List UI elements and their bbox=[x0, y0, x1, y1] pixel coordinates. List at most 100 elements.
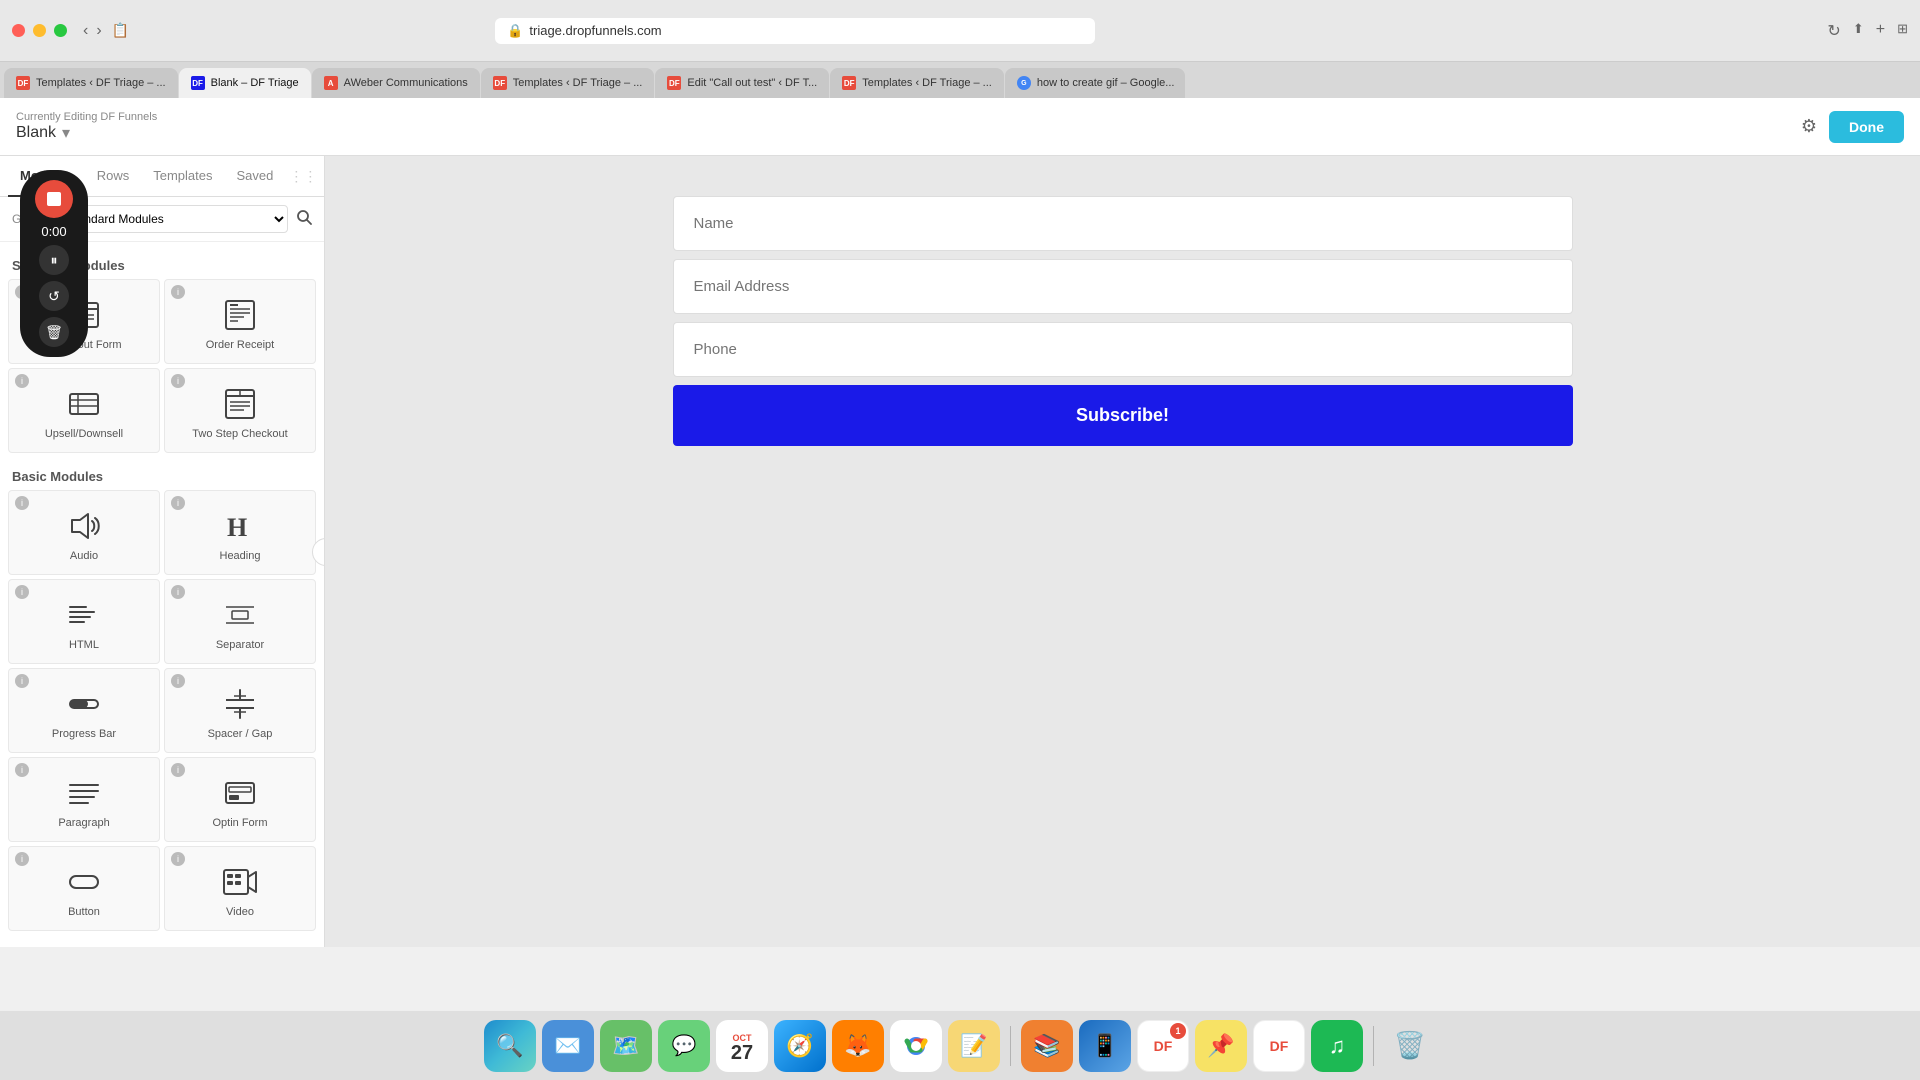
dock-trash[interactable]: 🗑️ bbox=[1384, 1020, 1436, 1072]
dock-books[interactable]: 📚 bbox=[1021, 1020, 1073, 1072]
module-audio[interactable]: i Audio bbox=[8, 490, 160, 575]
pause-icon: ⏸ bbox=[51, 252, 58, 269]
dock-chrome[interactable] bbox=[890, 1020, 942, 1072]
module-video-label: Video bbox=[226, 906, 254, 918]
close-dot[interactable] bbox=[12, 24, 25, 37]
pause-recording-button[interactable]: ⏸ bbox=[39, 245, 69, 275]
module-separator-label: Separator bbox=[216, 639, 264, 651]
order-receipt-icon bbox=[222, 297, 258, 333]
name-input[interactable] bbox=[673, 196, 1573, 251]
info-icon-audio[interactable]: i bbox=[15, 496, 29, 510]
module-optin-form[interactable]: i Optin Form bbox=[164, 757, 316, 842]
tab-label: AWeber Communications bbox=[344, 77, 468, 89]
tab-callout-test[interactable]: DF Edit "Call out test" ‹ DF T... bbox=[655, 68, 829, 98]
group-select[interactable]: Standard Modules bbox=[53, 205, 288, 233]
dock-finder[interactable]: 🔍 bbox=[484, 1020, 536, 1072]
maximize-dot[interactable] bbox=[54, 24, 67, 37]
module-two-step-checkout[interactable]: i Two Step Checkout bbox=[164, 368, 316, 453]
search-button[interactable] bbox=[296, 209, 312, 230]
dock-spotify[interactable]: ♫ bbox=[1311, 1020, 1363, 1072]
tab-label: Blank – DF Triage bbox=[211, 77, 299, 89]
tab-templates[interactable]: Templates bbox=[141, 156, 224, 197]
tab-aweber[interactable]: A AWeber Communications bbox=[312, 68, 480, 98]
trash-icon: 🗑 bbox=[45, 324, 63, 341]
tab-df-triage-3[interactable]: DF Templates ‹ DF Triage – ... bbox=[830, 68, 1004, 98]
info-icon-optin[interactable]: i bbox=[171, 763, 185, 777]
info-icon-progress[interactable]: i bbox=[15, 674, 29, 688]
module-separator[interactable]: i Separator bbox=[164, 579, 316, 664]
tab-saved[interactable]: Saved bbox=[225, 156, 286, 197]
header-subtitle: Currently Editing DF Funnels bbox=[16, 111, 157, 123]
share-icon[interactable]: ⬆ bbox=[1853, 21, 1864, 41]
dock-notes[interactable]: 📝 bbox=[948, 1020, 1000, 1072]
minimize-dot[interactable] bbox=[33, 24, 46, 37]
module-paragraph[interactable]: i Paragraph bbox=[8, 757, 160, 842]
app-header: Currently Editing DF Funnels Blank ▾ ⚙ D… bbox=[0, 98, 1920, 156]
reload-icon[interactable]: ↻ bbox=[1827, 21, 1840, 41]
tab-label: Templates ‹ DF Triage – ... bbox=[513, 77, 643, 89]
module-heading[interactable]: i H Heading bbox=[164, 490, 316, 575]
info-icon-button[interactable]: i bbox=[15, 852, 29, 866]
new-tab-icon[interactable]: + bbox=[1876, 21, 1885, 41]
basic-modules-header: Basic Modules bbox=[8, 461, 316, 490]
module-video[interactable]: i Video bbox=[164, 846, 316, 931]
module-order-receipt[interactable]: i Order Receipt bbox=[164, 279, 316, 364]
module-paragraph-label: Paragraph bbox=[58, 817, 109, 829]
dock-dropfunnels-1[interactable]: DF 1 bbox=[1137, 1020, 1189, 1072]
optin-icon bbox=[222, 775, 258, 811]
module-spacer-gap[interactable]: i Spacer / Gap bbox=[164, 668, 316, 753]
forward-button[interactable]: › bbox=[96, 22, 101, 40]
separator-icon bbox=[222, 597, 258, 633]
stop-recording-button[interactable] bbox=[35, 180, 73, 218]
module-html[interactable]: i HTML bbox=[8, 579, 160, 664]
address-bar[interactable]: 🔒 triage.dropfunnels.com bbox=[495, 18, 1095, 44]
page-title: Blank bbox=[16, 124, 56, 142]
info-icon-paragraph[interactable]: i bbox=[15, 763, 29, 777]
back-button[interactable]: ‹ bbox=[83, 22, 88, 40]
module-button[interactable]: i Button bbox=[8, 846, 160, 931]
module-spacer-label: Spacer / Gap bbox=[208, 728, 273, 740]
audio-icon bbox=[66, 508, 102, 544]
tab-google-gif[interactable]: G how to create gif – Google... bbox=[1005, 68, 1185, 98]
done-button[interactable]: Done bbox=[1829, 111, 1904, 143]
dock-messages[interactable]: 💬 bbox=[658, 1020, 710, 1072]
sidebar-toggle-icon[interactable]: ⊞ bbox=[1897, 21, 1908, 41]
tab-label: Edit "Call out test" ‹ DF T... bbox=[687, 77, 817, 89]
subscribe-button[interactable]: Subscribe! bbox=[673, 385, 1573, 446]
info-icon-two-step[interactable]: i bbox=[171, 374, 185, 388]
dock-sticky-notes[interactable]: 📌 bbox=[1195, 1020, 1247, 1072]
info-icon-order-receipt[interactable]: i bbox=[171, 285, 185, 299]
info-icon-heading[interactable]: i bbox=[171, 496, 185, 510]
info-icon-separator[interactable]: i bbox=[171, 585, 185, 599]
info-icon-spacer[interactable]: i bbox=[171, 674, 185, 688]
dock-mail[interactable]: ✉️ bbox=[542, 1020, 594, 1072]
settings-icon[interactable]: ⚙ bbox=[1801, 116, 1817, 137]
tab-blank-df-triage[interactable]: DF Blank – DF Triage bbox=[179, 68, 311, 98]
window-controls bbox=[12, 24, 67, 37]
header-right: ⚙ Done bbox=[1801, 111, 1904, 143]
tab-df-triage-2[interactable]: DF Templates ‹ DF Triage – ... bbox=[481, 68, 655, 98]
dock-maps[interactable]: 🗺️ bbox=[600, 1020, 652, 1072]
dock-xcode[interactable]: 📱 bbox=[1079, 1020, 1131, 1072]
info-icon-upsell[interactable]: i bbox=[15, 374, 29, 388]
module-progress-bar[interactable]: i Progress Bar bbox=[8, 668, 160, 753]
browser-navigation: ‹ › bbox=[83, 22, 102, 40]
info-icon-html[interactable]: i bbox=[15, 585, 29, 599]
tab-favicon: DF bbox=[16, 76, 30, 90]
email-input[interactable] bbox=[673, 259, 1573, 314]
tab-label: Templates ‹ DF Triage – ... bbox=[862, 77, 992, 89]
phone-input[interactable] bbox=[673, 322, 1573, 377]
info-icon-video[interactable]: i bbox=[171, 852, 185, 866]
header-left: Currently Editing DF Funnels Blank ▾ bbox=[16, 111, 157, 143]
module-upsell-downsell[interactable]: i Upsell/Downsell bbox=[8, 368, 160, 453]
tab-df-triage-1[interactable]: DF Templates ‹ DF Triage – ... bbox=[4, 68, 178, 98]
tab-rows[interactable]: Rows bbox=[85, 156, 142, 197]
dropdown-arrow-icon[interactable]: ▾ bbox=[62, 123, 70, 143]
rewind-recording-button[interactable]: ↺ bbox=[39, 281, 69, 311]
dock-calendar[interactable]: OCT 27 bbox=[716, 1020, 768, 1072]
dock-safari[interactable]: 🧭 bbox=[774, 1020, 826, 1072]
dock-dropfunnels-2[interactable]: DF bbox=[1253, 1020, 1305, 1072]
delete-recording-button[interactable]: 🗑 bbox=[39, 317, 69, 347]
dock-firefox[interactable]: 🦊 bbox=[832, 1020, 884, 1072]
paragraph-icon bbox=[66, 775, 102, 811]
